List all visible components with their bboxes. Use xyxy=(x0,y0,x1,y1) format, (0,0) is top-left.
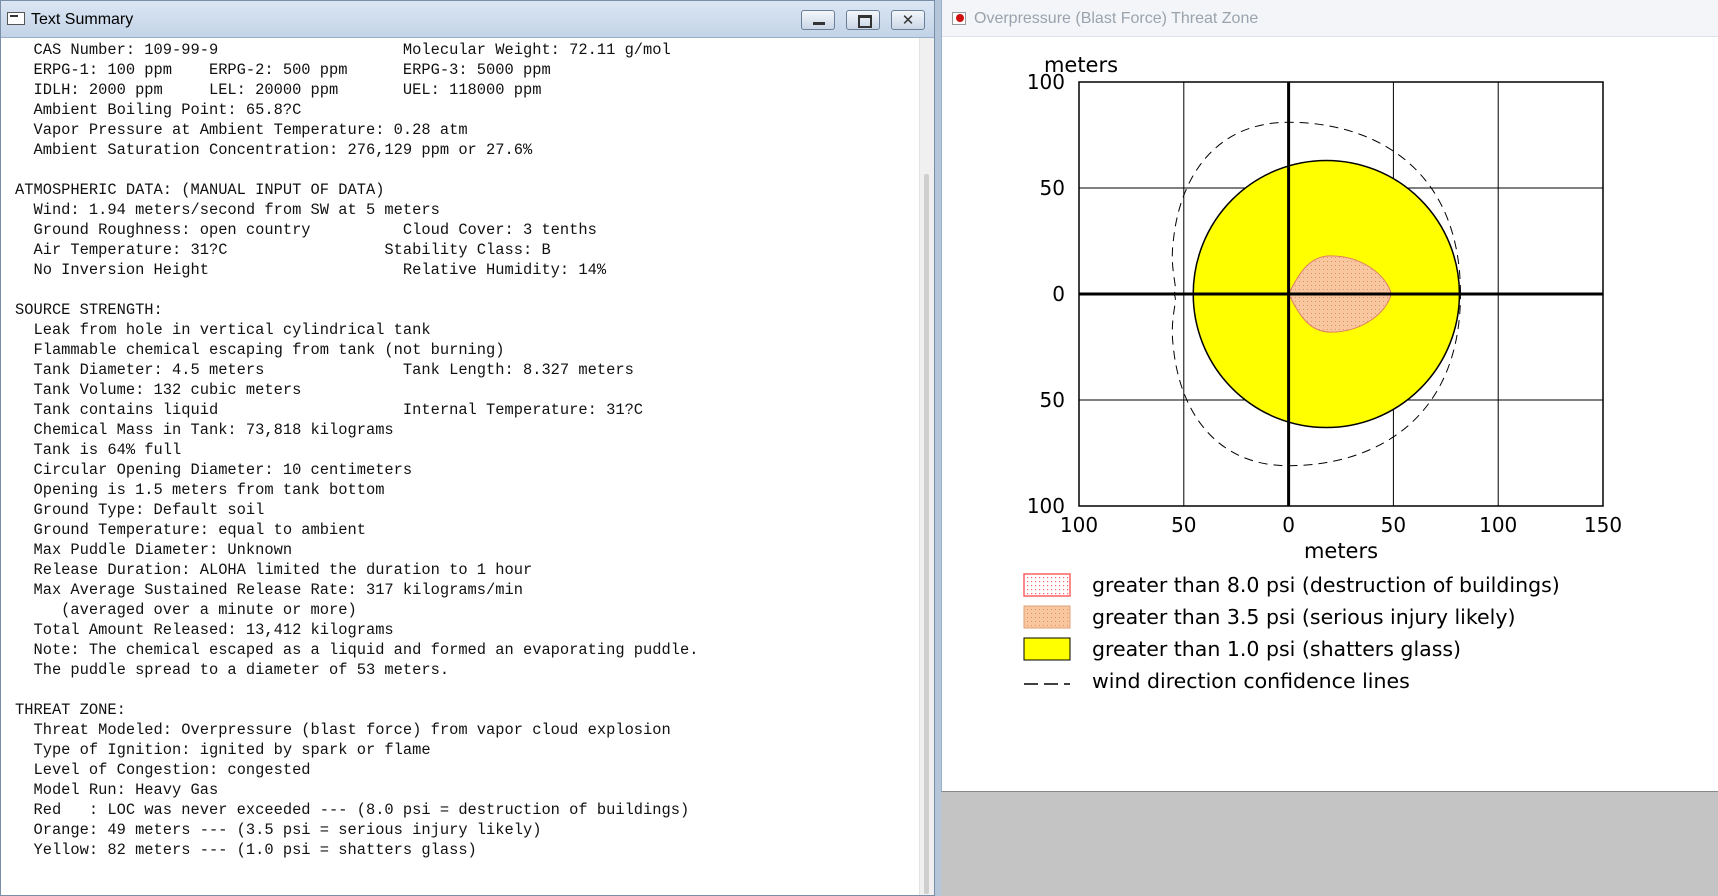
threat-zone-window: Overpressure (Blast Force) Threat Zone 1… xyxy=(941,0,1718,792)
summary-line: The puddle spread to a diameter of 53 me… xyxy=(15,661,450,679)
summary-line: Total Amount Released: 13,412 kilograms xyxy=(15,621,394,639)
legend-swatch-yellow xyxy=(1023,637,1071,661)
summary-line: Max Puddle Diameter: Unknown xyxy=(15,541,293,559)
scrollbar-thumb[interactable] xyxy=(924,174,929,894)
text-summary-titlebar[interactable]: Text Summary ✕ xyxy=(1,1,934,38)
summary-line: ERPG-1: 100 ppm ERPG-2: 500 ppm ERPG-3: … xyxy=(15,61,551,79)
summary-line: Ground Type: Default soil xyxy=(15,501,265,519)
summary-line: No Inversion Height Relative Humidity: 1… xyxy=(15,261,607,279)
legend-swatch-orange xyxy=(1023,605,1071,629)
summary-line: IDLH: 2000 ppm LEL: 20000 ppm UEL: 11800… xyxy=(15,81,542,99)
x-axis-title: meters xyxy=(1304,539,1378,563)
summary-line: THREAT ZONE: xyxy=(15,701,126,719)
summary-line: Tank Volume: 132 cubic meters xyxy=(15,381,302,399)
summary-text: CAS Number: 109-99-9 Molecular Weight: 7… xyxy=(1,38,920,860)
summary-line: Type of Ignition: ignited by spark or fl… xyxy=(15,741,431,759)
summary-line: Ambient Boiling Point: 65.8?C xyxy=(15,101,302,119)
threat-zone-titlebar[interactable]: Overpressure (Blast Force) Threat Zone xyxy=(942,0,1718,37)
summary-line: Model Run: Heavy Gas xyxy=(15,781,219,799)
minimize-icon xyxy=(802,11,834,29)
threat-zone-icon xyxy=(952,12,966,25)
x-tick-label: 50 xyxy=(1171,513,1196,537)
window-icon xyxy=(7,12,25,25)
summary-line: Red : LOC was never exceeded --- (8.0 ps… xyxy=(15,801,690,819)
summary-line: Yellow: 82 meters --- (1.0 psi = shatter… xyxy=(15,841,477,859)
summary-line: Vapor Pressure at Ambient Temperature: 0… xyxy=(15,121,468,139)
maximize-icon xyxy=(847,11,879,29)
summary-line: Ground Roughness: open country Cloud Cov… xyxy=(15,221,597,239)
summary-line: Release Duration: ALOHA limited the dura… xyxy=(15,561,533,579)
y-axis-title: meters xyxy=(1044,53,1118,77)
empty-pane xyxy=(941,792,1718,896)
close-button[interactable]: ✕ xyxy=(891,10,925,30)
summary-line: Level of Congestion: congested xyxy=(15,761,311,779)
summary-line: Ground Temperature: equal to ambient xyxy=(15,521,366,539)
x-tick-label: 100 xyxy=(1060,513,1098,537)
legend-label: greater than 1.0 psi (shatters glass) xyxy=(1092,637,1461,661)
summary-line: Tank is 64% full xyxy=(15,441,182,459)
x-tick-label: 50 xyxy=(1381,513,1406,537)
legend-label: greater than 3.5 psi (serious injury lik… xyxy=(1092,605,1515,629)
summary-line: Ambient Saturation Concentration: 276,12… xyxy=(15,141,533,159)
summary-line: ATMOSPHERIC DATA: (MANUAL INPUT OF DATA) xyxy=(15,181,385,199)
x-tick-label: 100 xyxy=(1479,513,1517,537)
summary-line: Air Temperature: 31?C Stability Class: B xyxy=(15,241,551,259)
maximize-button[interactable] xyxy=(846,10,880,30)
threat-zone-title: Overpressure (Blast Force) Threat Zone xyxy=(974,10,1259,27)
summary-line: CAS Number: 109-99-9 Molecular Weight: 7… xyxy=(15,41,671,59)
summary-line: SOURCE STRENGTH: xyxy=(15,301,163,319)
summary-line: Chemical Mass in Tank: 73,818 kilograms xyxy=(15,421,394,439)
y-tick-label: 50 xyxy=(1040,176,1065,200)
minimize-button[interactable] xyxy=(801,10,835,30)
summary-line: Tank Diameter: 4.5 meters Tank Length: 8… xyxy=(15,361,634,379)
summary-line: Note: The chemical escaped as a liquid a… xyxy=(15,641,699,659)
window-title: Text Summary xyxy=(31,11,134,28)
summary-line: Opening is 1.5 meters from tank bottom xyxy=(15,481,385,499)
summary-line: Leak from hole in vertical cylindrical t… xyxy=(15,321,431,339)
summary-line: Tank contains liquid Internal Temperatur… xyxy=(15,401,644,419)
summary-content: CAS Number: 109-99-9 Molecular Weight: 7… xyxy=(1,38,920,895)
legend-label: greater than 8.0 psi (destruction of bui… xyxy=(1092,573,1560,597)
x-tick-label: 0 xyxy=(1282,513,1295,537)
y-tick-label: 0 xyxy=(1052,282,1065,306)
legend-label: wind direction confidence lines xyxy=(1092,669,1410,693)
summary-line: Max Average Sustained Release Rate: 317 … xyxy=(15,581,523,599)
summary-line: Threat Modeled: Overpressure (blast forc… xyxy=(15,721,671,739)
vertical-scrollbar[interactable] xyxy=(919,38,934,895)
x-tick-label: 150 xyxy=(1584,513,1622,537)
legend-swatch-red xyxy=(1023,573,1071,597)
threat-zone-plot: 10050050100100 50 0 50 100 150metersmetersgre… xyxy=(1023,53,1622,693)
y-tick-label: 50 xyxy=(1040,388,1065,412)
close-icon: ✕ xyxy=(901,11,915,29)
summary-line: Circular Opening Diameter: 10 centimeter… xyxy=(15,461,413,479)
text-summary-window: Text Summary ✕ CAS Number: 109-99-9 Mole… xyxy=(0,0,935,896)
summary-line: Orange: 49 meters --- (3.5 psi = serious… xyxy=(15,821,542,839)
summary-line: Flammable chemical escaping from tank (n… xyxy=(15,341,505,359)
summary-line: (averaged over a minute or more) xyxy=(15,601,357,619)
summary-line: Wind: 1.94 meters/second from SW at 5 me… xyxy=(15,201,440,219)
